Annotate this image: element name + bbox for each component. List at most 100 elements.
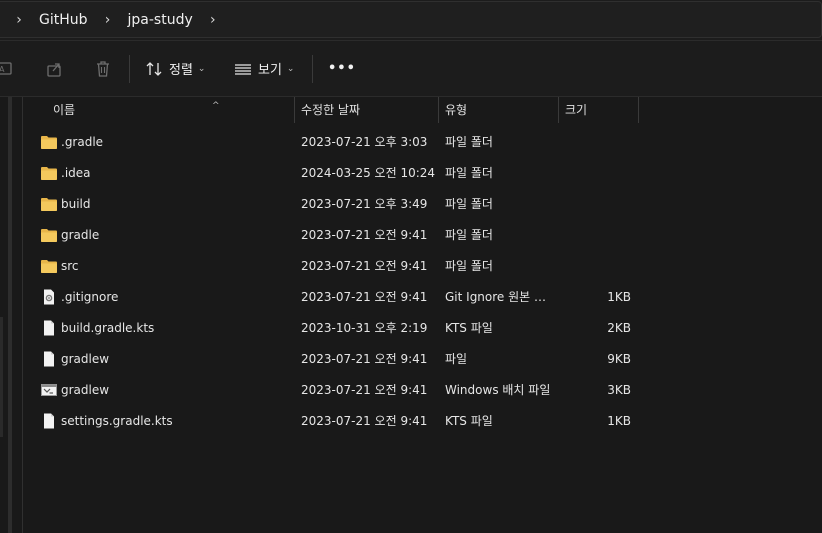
sort-icon <box>146 61 162 76</box>
share-icon <box>47 62 61 77</box>
file-modified: 2023-10-31 오후 2:19 <box>301 321 428 335</box>
file-modified: 2023-07-21 오후 3:49 <box>301 197 428 211</box>
file-size: 1KB <box>607 414 631 428</box>
column-header-name[interactable]: 이름 ^ <box>47 97 295 123</box>
column-header: 이름 ^ 수정한 날짜 유형 크기 <box>23 97 822 124</box>
file-type: 파일 <box>445 352 468 366</box>
toolbar-divider <box>129 55 130 83</box>
command-bar: A 정렬 ⌄ 보기 ⌄ ••• <box>0 41 822 97</box>
sort-button[interactable]: 정렬 ⌄ <box>145 41 205 96</box>
sort-label: 정렬 <box>169 63 193 78</box>
file-size <box>563 251 631 282</box>
toolbar-divider <box>312 55 313 83</box>
rename-button[interactable]: A <box>0 41 16 96</box>
address-bar: › GitHub › jpa-study › <box>0 0 822 41</box>
column-header-name-label: 이름 <box>53 103 76 117</box>
chevron-down-icon: ⌄ <box>197 63 206 74</box>
file-modified: 2023-07-21 오전 9:41 <box>301 352 428 366</box>
view-button[interactable]: 보기 ⌄ <box>234 41 294 96</box>
table-row[interactable]: settings.gradle.kts 2023-07-21 오전 9:41 K… <box>23 406 822 437</box>
file-size: 3KB <box>607 383 631 397</box>
table-row[interactable]: gradlew 2023-07-21 오전 9:41 파일 9KB <box>23 344 822 375</box>
file-modified: 2023-07-21 오후 3:03 <box>301 135 428 149</box>
file-name: gradle <box>61 228 100 242</box>
file-name: gradlew <box>61 383 110 397</box>
table-row[interactable]: gradle 2023-07-21 오전 9:41 파일 폴더 <box>23 220 822 251</box>
file-type: 파일 폴더 <box>445 135 493 149</box>
list-view-icon <box>235 63 251 75</box>
table-row[interactable]: .gradle 2023-07-21 오후 3:03 파일 폴더 <box>23 127 822 158</box>
table-row[interactable]: .gitignore 2023-07-21 오전 9:41 Git Ignore… <box>23 282 822 313</box>
chevron-right-icon[interactable]: › <box>201 12 225 28</box>
nav-scrollbar[interactable] <box>8 97 12 533</box>
column-header-modified-label: 수정한 날짜 <box>301 103 361 117</box>
folder-icon <box>41 260 57 273</box>
column-header-modified[interactable]: 수정한 날짜 <box>295 97 439 123</box>
view-label: 보기 <box>258 63 282 78</box>
file-name: gradlew <box>61 352 110 366</box>
file-name: src <box>61 259 79 273</box>
file-name: .gitignore <box>61 290 119 304</box>
file-type: 파일 폴더 <box>445 166 493 180</box>
breadcrumb-item-jpa-study[interactable]: jpa-study <box>120 12 201 28</box>
file-size: 2KB <box>607 321 631 335</box>
file-size <box>563 220 631 251</box>
file-name: build <box>61 197 91 211</box>
file-type: 파일 폴더 <box>445 197 493 211</box>
file-name: .gradle <box>61 135 104 149</box>
chevron-right-icon[interactable]: › <box>7 12 31 28</box>
file-type: 파일 폴더 <box>445 259 493 273</box>
file-type: KTS 파일 <box>445 321 493 335</box>
file-name: settings.gradle.kts <box>61 414 173 428</box>
share-button[interactable] <box>46 41 64 96</box>
file-type: Git Ignore 원본 파... <box>445 290 555 304</box>
file-name: build.gradle.kts <box>61 321 155 335</box>
table-row[interactable]: build 2023-07-21 오후 3:49 파일 폴더 <box>23 189 822 220</box>
file-size: 9KB <box>607 352 631 366</box>
file-modified: 2023-07-21 오전 9:41 <box>301 414 428 428</box>
nav-scroll-thumb[interactable] <box>0 317 3 437</box>
file-size <box>563 189 631 220</box>
file-size <box>563 127 631 158</box>
file-size <box>563 158 631 189</box>
column-header-size-label: 크기 <box>565 103 588 117</box>
folder-icon <box>41 167 57 180</box>
folder-icon <box>41 136 57 149</box>
chevron-right-icon[interactable]: › <box>96 12 120 28</box>
file-icon <box>44 351 54 367</box>
more-options-button[interactable]: ••• <box>328 41 356 96</box>
file-icon <box>44 413 54 429</box>
svg-text:A: A <box>0 65 5 74</box>
column-header-size[interactable]: 크기 <box>559 97 639 123</box>
file-modified: 2023-07-21 오전 9:41 <box>301 259 428 273</box>
file-modified: 2023-07-21 오전 9:41 <box>301 383 428 397</box>
trash-icon <box>97 60 109 77</box>
file-modified: 2024-03-25 오전 10:24 <box>301 166 436 180</box>
file-modified: 2023-07-21 오전 9:41 <box>301 290 428 304</box>
column-header-type[interactable]: 유형 <box>439 97 559 123</box>
file-icon <box>44 320 54 336</box>
table-row[interactable]: gradlew 2023-07-21 오전 9:41 Windows 배치 파일… <box>23 375 822 406</box>
column-header-type-label: 유형 <box>445 103 468 117</box>
breadcrumb-item-github[interactable]: GitHub <box>31 12 96 28</box>
table-row[interactable]: .idea 2024-03-25 오전 10:24 파일 폴더 <box>23 158 822 189</box>
folder-icon <box>41 198 57 211</box>
more-icon: ••• <box>328 61 356 76</box>
table-row[interactable]: src 2023-07-21 오전 9:41 파일 폴더 <box>23 251 822 282</box>
file-type: Windows 배치 파일 <box>445 383 551 397</box>
chevron-down-icon: ⌄ <box>286 63 295 74</box>
delete-button[interactable] <box>94 41 112 96</box>
file-size: 1KB <box>607 290 631 304</box>
file-type: 파일 폴더 <box>445 228 493 242</box>
file-name: .idea <box>61 166 91 180</box>
file-list: .gradle 2023-07-21 오후 3:03 파일 폴더 .idea 2… <box>23 127 822 437</box>
rename-icon: A <box>0 61 12 75</box>
file-modified: 2023-07-21 오전 9:41 <box>301 228 428 242</box>
navigation-pane[interactable] <box>0 97 23 533</box>
sort-ascending-icon: ^ <box>212 101 220 111</box>
breadcrumb[interactable]: › GitHub › jpa-study › <box>0 1 822 38</box>
settings-file-icon <box>44 289 54 305</box>
batch-file-icon <box>41 384 57 396</box>
table-row[interactable]: build.gradle.kts 2023-10-31 오후 2:19 KTS … <box>23 313 822 344</box>
folder-icon <box>41 229 57 242</box>
